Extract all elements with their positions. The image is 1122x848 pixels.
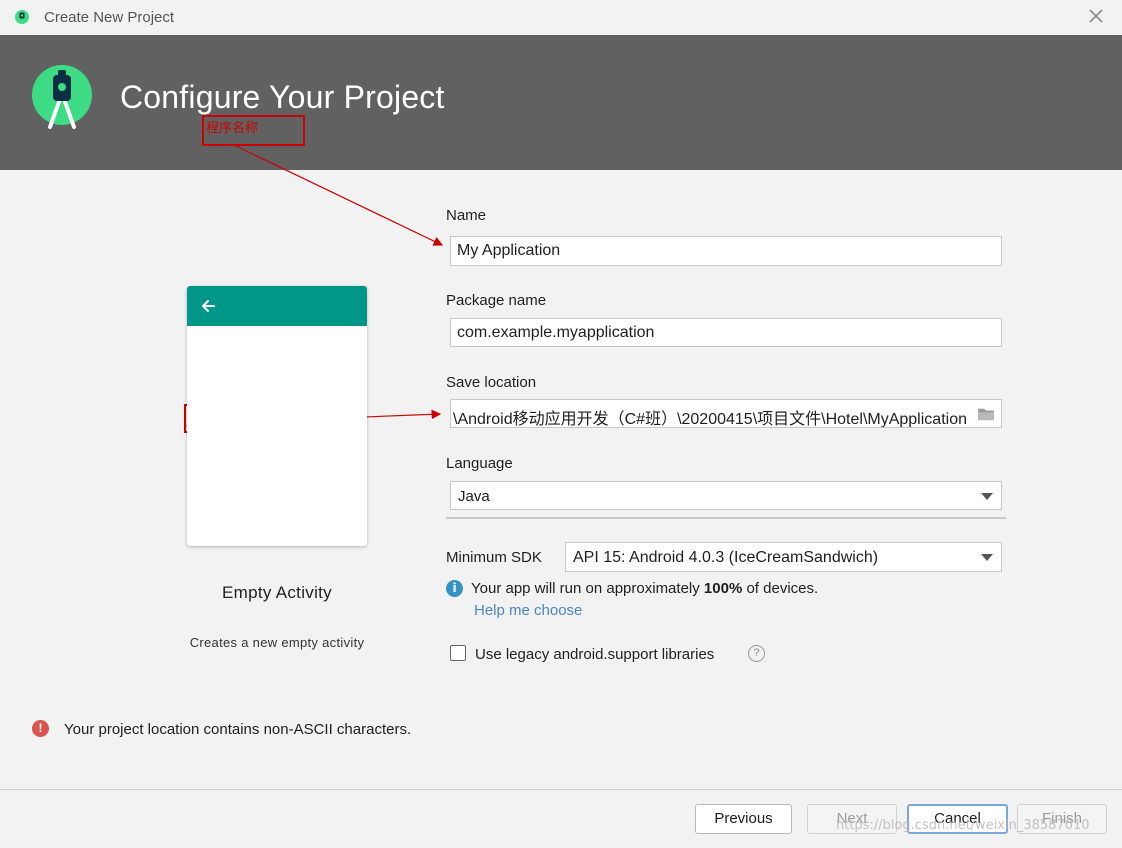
language-label: Language: [446, 455, 513, 472]
activity-preview: [187, 286, 367, 546]
legacy-support-label[interactable]: Use legacy android.support libraries: [475, 646, 714, 663]
save-location-value: \Android移动应用开发（C#班）\20200415\项目文件\Hotel\…: [453, 411, 967, 427]
language-value: Java: [458, 488, 490, 505]
arrow-left-icon: [202, 300, 215, 312]
coverage-suffix: of devices.: [742, 580, 819, 597]
minimum-sdk-value: API 15: Android 4.0.3 (IceCreamSandwich): [573, 549, 879, 566]
language-select[interactable]: Java: [450, 481, 1002, 510]
package-name-label: Package name: [446, 292, 547, 309]
save-location-text-clip: \Android移动应用开发（C#班）\20200415\项目文件\Hotel\…: [451, 400, 971, 427]
error-icon: !: [32, 720, 49, 737]
help-question-icon[interactable]: ?: [748, 645, 765, 662]
activity-description: Creates a new empty activity: [189, 635, 365, 650]
error-message: Your project location contains non-ASCII…: [64, 721, 412, 738]
arrow-to-name: [235, 145, 444, 246]
device-coverage-text: Your app will run on approximately 100% …: [471, 580, 818, 597]
legacy-support-checkbox[interactable]: [450, 645, 466, 661]
info-icon: i: [446, 580, 463, 597]
coverage-percent: 100%: [703, 580, 743, 597]
watermark: https://blog.csdn.net/weixin_38587010: [836, 818, 1090, 833]
help-me-choose-link[interactable]: Help me choose: [474, 602, 582, 619]
folder-icon[interactable]: [977, 407, 995, 421]
save-location-field[interactable]: \Android移动应用开发（C#班）\20200415\项目文件\Hotel\…: [450, 399, 1002, 428]
save-location-label: Save location: [446, 374, 537, 391]
preview-app-bar: [187, 286, 367, 326]
chevron-down-icon: [981, 493, 993, 500]
coverage-prefix: Your app will run on approximately: [471, 580, 704, 597]
minimum-sdk-select[interactable]: API 15: Android 4.0.3 (IceCreamSandwich): [565, 542, 1002, 572]
package-name-field[interactable]: com.example.myapplication: [450, 318, 1002, 347]
name-label: Name: [446, 207, 487, 224]
minimum-sdk-label: Minimum SDK: [446, 549, 542, 566]
name-field[interactable]: My Application: [450, 236, 1002, 266]
previous-button[interactable]: Previous: [695, 804, 792, 834]
chevron-down-icon: [981, 554, 993, 561]
activity-name: Empty Activity: [221, 583, 332, 602]
divider: [446, 517, 1006, 519]
